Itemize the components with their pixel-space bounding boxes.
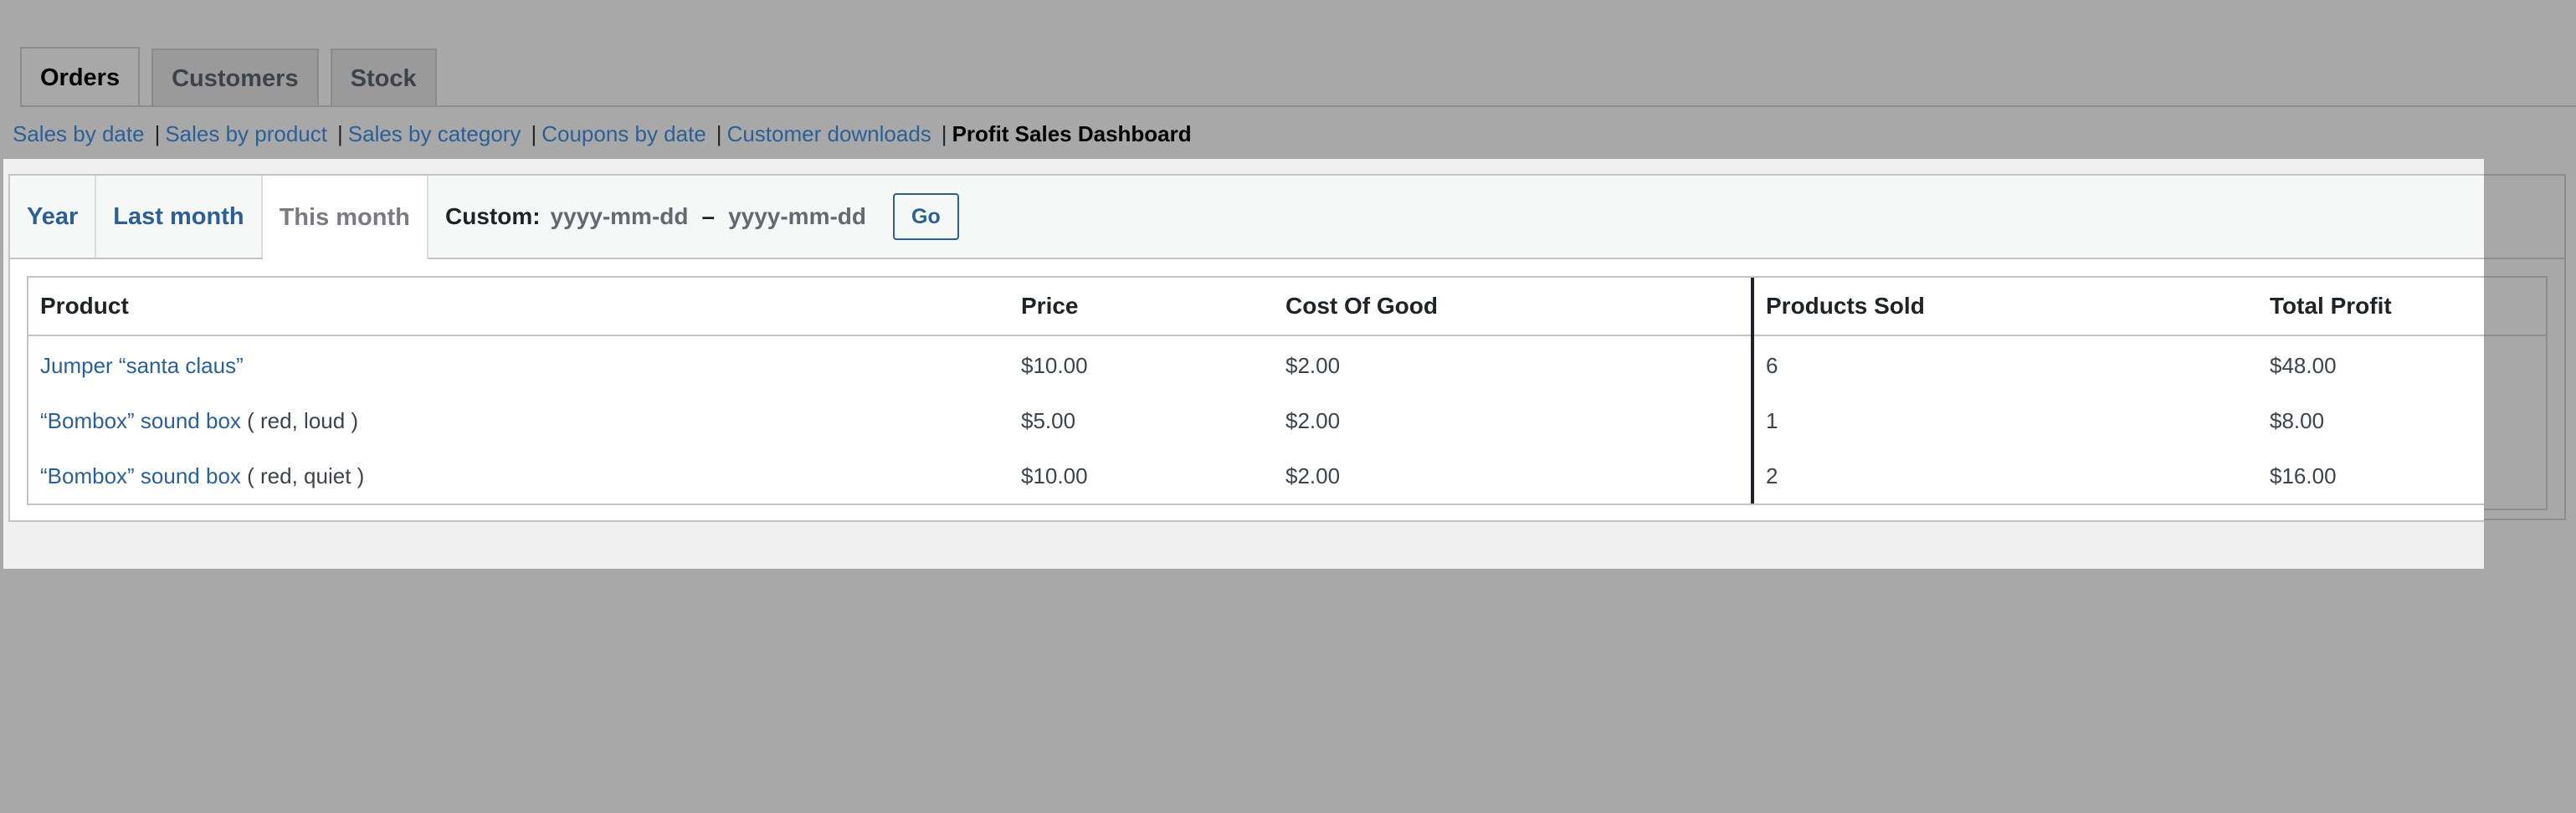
product-link[interactable]: Jumper “santa claus” — [40, 353, 244, 378]
cell-profit: $8.00 — [2270, 407, 2325, 433]
table-header-row: Product Price Cost Of Good Products Sold… — [28, 278, 2484, 336]
range-tab-this-month[interactable]: This month — [262, 176, 428, 259]
link-separator: | — [941, 121, 947, 146]
range-tab-year[interactable]: Year — [10, 176, 97, 258]
cell-sold: 2 — [1751, 448, 2258, 504]
go-button[interactable]: Go — [893, 193, 959, 240]
cell-profit: $48.00 — [2270, 352, 2337, 378]
link-profit-sales-dashboard: Profit Sales Dashboard — [952, 121, 1192, 146]
link-sales-by-date[interactable]: Sales by date — [13, 121, 145, 147]
header-cost-of-good: Cost Of Good — [1274, 278, 1752, 336]
cell-price: $10.00 — [1021, 463, 1088, 488]
report-panel: Year Last month This month Custom: yyyy-… — [8, 174, 2484, 522]
header-product: Product — [28, 278, 1009, 336]
custom-range: Custom: yyyy-mm-dd – yyyy-mm-dd Go — [445, 176, 959, 258]
custom-range-label: Custom: — [445, 203, 541, 229]
product-attributes: ( red, quiet ) — [240, 463, 365, 488]
product-link[interactable]: “Bombox” sound box — [40, 408, 241, 433]
header-products-sold: Products Sold — [1751, 278, 2258, 336]
cell-price: $5.00 — [1021, 407, 1076, 433]
header-price: Price — [1009, 278, 1274, 336]
report-nav-tabs: Orders Customers Stock — [20, 47, 437, 107]
nav-tabs-baseline — [20, 105, 2576, 107]
table-row: Jumper “santa claus” $10.00 $2.00 6 $48.… — [28, 335, 2484, 393]
link-sales-by-product[interactable]: Sales by product — [165, 121, 327, 147]
cell-product: “Bombox” sound box ( red, quiet ) — [28, 448, 1009, 504]
cell-sold: 1 — [1751, 393, 2258, 448]
tab-stock[interactable]: Stock — [330, 49, 437, 107]
cell-product: “Bombox” sound box ( red, loud ) — [28, 393, 1009, 448]
tab-orders[interactable]: Orders — [20, 47, 141, 107]
range-dash: – — [701, 203, 716, 229]
cell-profit: $16.00 — [2270, 463, 2337, 488]
cell-cost: $2.00 — [1285, 352, 1341, 378]
link-separator: | — [531, 121, 537, 146]
header-total-profit: Total Profit — [2258, 278, 2484, 336]
end-date-input[interactable]: yyyy-mm-dd — [728, 203, 866, 230]
range-tabs: Year Last month This month — [10, 176, 428, 259]
cell-price: $10.00 — [1021, 352, 1088, 378]
link-customer-downloads[interactable]: Customer downloads — [727, 121, 931, 147]
range-tab-last-month[interactable]: Last month — [96, 176, 263, 258]
table-row: “Bombox” sound box ( red, quiet ) $10.00… — [28, 448, 2484, 504]
link-sales-by-category[interactable]: Sales by category — [348, 121, 521, 147]
spotlight-highlight: Year Last month This month Custom: yyyy-… — [3, 159, 2484, 569]
tab-customers[interactable]: Customers — [151, 49, 319, 107]
report-range-header: Year Last month This month Custom: yyyy-… — [10, 176, 2484, 259]
cell-cost: $2.00 — [1285, 463, 1341, 488]
cell-product: Jumper “santa claus” — [28, 335, 1009, 393]
report-sub-links: Sales by date | Sales by product | Sales… — [13, 121, 1192, 147]
cell-cost: $2.00 — [1285, 407, 1341, 433]
table-row: “Bombox” sound box ( red, loud ) $5.00 $… — [28, 393, 2484, 448]
product-attributes: ( red, loud ) — [240, 407, 359, 433]
link-coupons-by-date[interactable]: Coupons by date — [541, 121, 706, 147]
link-separator: | — [337, 121, 343, 146]
cell-sold: 6 — [1751, 335, 2258, 393]
start-date-input[interactable]: yyyy-mm-dd — [551, 203, 689, 230]
profit-table-grid: Product Price Cost Of Good Products Sold… — [28, 278, 2484, 504]
link-separator: | — [154, 121, 161, 146]
product-link[interactable]: “Bombox” sound box — [40, 463, 241, 488]
profit-table: Product Price Cost Of Good Products Sold… — [27, 276, 2484, 505]
link-separator: | — [716, 121, 722, 146]
